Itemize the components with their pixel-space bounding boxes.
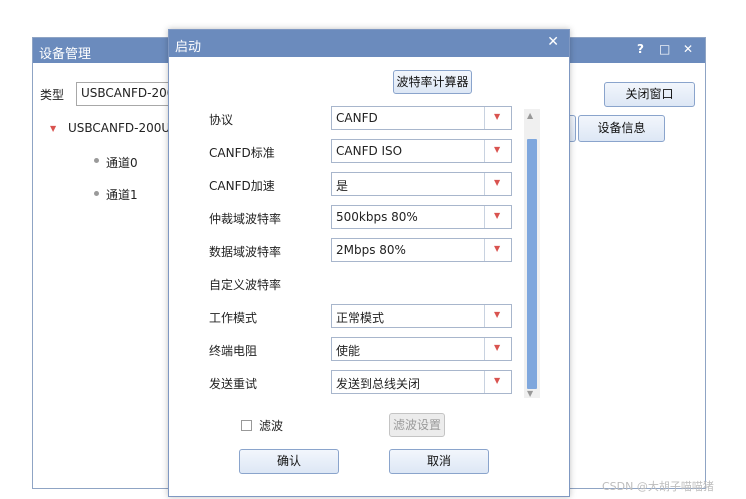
filter-label: 滤波: [259, 419, 284, 433]
canfd-standard-label: CANFD标准: [209, 146, 275, 160]
custom-baud-label: 自定义波特率: [209, 278, 282, 292]
scroll-up-icon[interactable]: ▲: [527, 111, 533, 120]
arb-baud-value: 500kbps 80%: [336, 210, 418, 224]
type-label: 类型: [40, 88, 65, 102]
filter-checkbox[interactable]: [241, 420, 252, 431]
dropdown-arrow-icon[interactable]: ▼: [484, 338, 511, 360]
tree-item-channel1[interactable]: 通道1: [106, 186, 138, 203]
arb-baud-label: 仲裁域波特率: [209, 212, 282, 226]
dropdown-arrow-icon[interactable]: ▼: [484, 206, 511, 228]
dropdown-arrow-icon[interactable]: ▼: [484, 305, 511, 327]
scroll-down-icon[interactable]: ▼: [527, 389, 533, 398]
protocol-label: 协议: [209, 113, 234, 127]
device-type-value: USBCANFD-200: [81, 86, 170, 100]
data-baud-select[interactable]: 2Mbps 80% ▼: [331, 238, 512, 262]
tree-bullet-icon: [94, 158, 99, 163]
work-mode-label: 工作模式: [209, 311, 258, 325]
dropdown-arrow-icon[interactable]: ▼: [484, 140, 511, 162]
cancel-button[interactable]: 取消: [389, 449, 489, 474]
tree-expand-icon[interactable]: ▼: [50, 124, 56, 133]
dropdown-arrow-icon[interactable]: ▼: [484, 173, 511, 195]
canfd-accel-select[interactable]: 是 ▼: [331, 172, 512, 196]
work-mode-select[interactable]: 正常模式 ▼: [331, 304, 512, 328]
close-window-button[interactable]: 关闭窗口: [604, 82, 695, 107]
send-retry-label: 发送重试: [209, 377, 258, 391]
canfd-accel-label: CANFD加速: [209, 179, 275, 193]
device-type-select[interactable]: USBCANFD-200: [76, 82, 170, 106]
close-icon[interactable]: ✕: [547, 34, 559, 50]
termination-label: 终端电阻: [209, 344, 258, 358]
protocol-select[interactable]: CANFD ▼: [331, 106, 512, 130]
tree-bullet-icon: [94, 191, 99, 196]
dropdown-arrow-icon[interactable]: ▼: [484, 371, 511, 393]
protocol-value: CANFD: [336, 111, 378, 125]
canfd-accel-value: 是: [336, 179, 349, 193]
arb-baud-select[interactable]: 500kbps 80% ▼: [331, 205, 512, 229]
tree-item-channel0[interactable]: 通道0: [106, 154, 138, 171]
ok-button[interactable]: 确认: [239, 449, 339, 474]
device-manager-title: 设备管理: [39, 47, 92, 62]
dropdown-arrow-icon[interactable]: ▼: [484, 239, 511, 261]
baud-calculator-button[interactable]: 波特率计算器: [393, 70, 472, 94]
watermark-text: CSDN @大胡子喵喵猪: [602, 480, 714, 493]
canfd-standard-select[interactable]: CANFD ISO ▼: [331, 139, 512, 163]
dropdown-arrow-icon[interactable]: ▼: [484, 107, 511, 129]
scrollbar-thumb[interactable]: [527, 139, 537, 389]
start-dialog-title: 启动: [175, 40, 202, 55]
maximize-icon[interactable]: □: [659, 42, 670, 56]
termination-select[interactable]: 使能 ▼: [331, 337, 512, 361]
work-mode-value: 正常模式: [336, 311, 385, 325]
start-dialog-titlebar: 启动 ✕: [169, 30, 569, 57]
data-baud-label: 数据域波特率: [209, 245, 282, 259]
filter-settings-button[interactable]: 滤波设置: [389, 413, 445, 437]
close-icon[interactable]: ✕: [683, 42, 693, 56]
send-retry-value: 发送到总线关闭: [336, 377, 421, 391]
start-dialog: 启动 ✕ 波特率计算器 协议 CANFD ▼ CANFD标准 CANFD ISO…: [168, 29, 570, 497]
termination-value: 使能: [336, 344, 361, 358]
data-baud-value: 2Mbps 80%: [336, 243, 406, 257]
tree-root-device[interactable]: USBCANFD-200U: [68, 121, 170, 135]
send-retry-select[interactable]: 发送到总线关闭 ▼: [331, 370, 512, 394]
settings-scrollbar[interactable]: ▲ ▼: [524, 109, 540, 398]
help-icon[interactable]: ?: [637, 42, 644, 56]
device-info-button[interactable]: 设备信息: [578, 115, 665, 142]
canfd-standard-value: CANFD ISO: [336, 144, 403, 158]
